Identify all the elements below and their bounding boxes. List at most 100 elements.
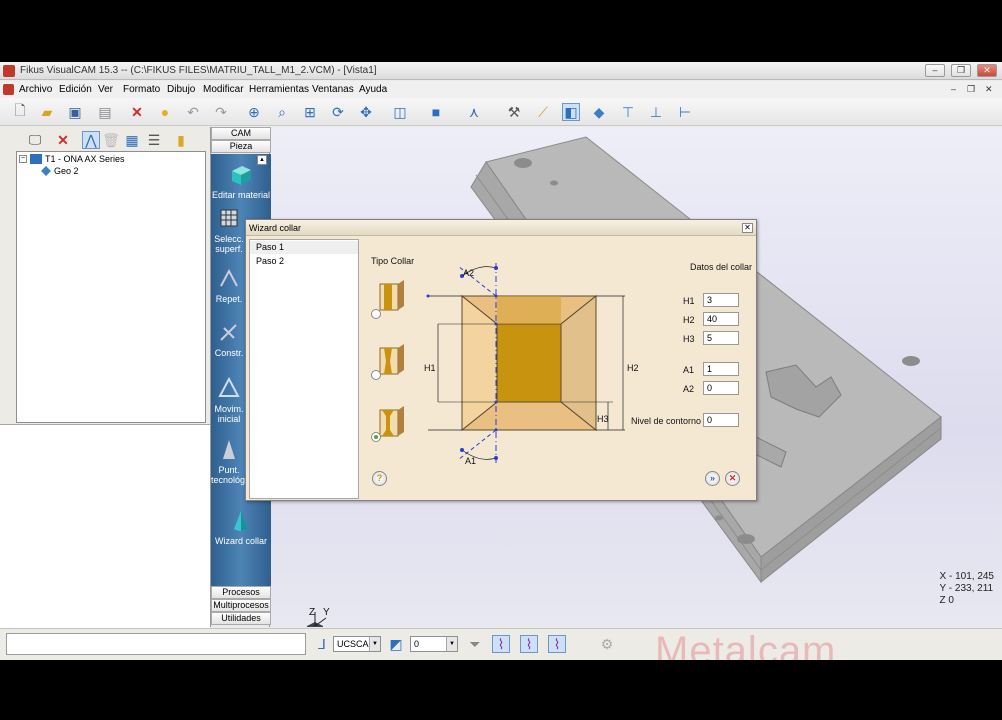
tab-utilidades[interactable]: Utilidades: [211, 612, 271, 625]
chevron-down-icon[interactable]: ▼: [369, 637, 380, 651]
filter-icon[interactable]: ⏷: [466, 635, 484, 653]
collar-type-3-radio[interactable]: [371, 432, 381, 442]
open-folder-icon[interactable]: ▰: [38, 103, 56, 121]
tool-icon[interactable]: ▮: [172, 131, 190, 149]
redo-icon[interactable]: ↷: [212, 103, 230, 121]
collar-type-1-icon[interactable]: [374, 278, 408, 312]
mdi-restore-button[interactable]: ❐: [967, 84, 975, 95]
tree-node-machine[interactable]: − T1 - ONA AX Series: [19, 154, 125, 164]
tab-cam[interactable]: CAM: [211, 127, 271, 140]
close-button[interactable]: ✕: [977, 64, 997, 77]
snap-mode-2-icon[interactable]: ⌇: [520, 635, 538, 653]
cam-item-repeticion[interactable]: Repet.: [211, 266, 247, 304]
snap-mode-3-icon[interactable]: ⌇: [548, 635, 566, 653]
tool-status-icon[interactable]: ⚙: [598, 635, 616, 653]
collapse-icon[interactable]: −: [19, 155, 27, 163]
remove-icon[interactable]: ✕: [54, 131, 72, 149]
zoom-in-icon[interactable]: ⊕: [245, 103, 263, 121]
simulate-icon[interactable]: ⊢: [676, 103, 694, 121]
cam-mode-icon[interactable]: ◧: [562, 103, 580, 121]
cam-item-label: Movim. inicial: [214, 404, 244, 424]
cancel-button[interactable]: ✕: [725, 471, 740, 486]
menu-dibujo[interactable]: Dibujo: [167, 84, 195, 95]
shaded-view-icon[interactable]: ■: [427, 103, 445, 121]
chevron-down-icon[interactable]: ▼: [446, 637, 457, 651]
cam-item-puntos-tecnologicos[interactable]: Punt. tecnológ.: [211, 437, 248, 485]
layer-select[interactable]: 0 ▼: [410, 636, 458, 652]
cam-item-editar-material[interactable]: Editar material: [211, 162, 271, 200]
step-item-2[interactable]: Paso 2: [250, 255, 358, 268]
tab-multiprocesos[interactable]: Multiprocesos: [211, 599, 271, 612]
operations-tree: − T1 - ONA AX Series Geo 2: [16, 151, 206, 423]
print-icon[interactable]: ▤: [96, 103, 114, 121]
layers-icon[interactable]: ◩: [387, 635, 405, 653]
geometry-icon[interactable]: ⋀: [82, 131, 100, 149]
main-toolbar: 🗋 ▰ ▣ ▤ ✕ ● ↶ ↷ ⊕ ⌕ ⊞ ⟳ ✥ ◫ ■ ⋏ ⚒ ⟋ ◧ ◆ …: [0, 98, 1002, 126]
h2-field[interactable]: 40: [703, 312, 739, 326]
menu-modificar[interactable]: Modificar: [203, 84, 244, 95]
help-button[interactable]: ?: [372, 471, 387, 486]
cam-item-label: Wizard collar: [214, 536, 267, 546]
tool-path-icon[interactable]: ⟋: [534, 103, 552, 121]
h3-field[interactable]: 5: [703, 331, 739, 345]
undo-icon[interactable]: ↶: [184, 103, 202, 121]
fixture-icon[interactable]: ⊤: [619, 103, 637, 121]
monitor-icon[interactable]: 🖵: [26, 131, 44, 149]
machine-tool-icon[interactable]: ⚒: [505, 103, 523, 121]
new-file-icon[interactable]: 🗋: [11, 102, 29, 121]
zoom-window-icon[interactable]: ⌕: [273, 103, 291, 121]
ucs-select[interactable]: UCSCAM ▼: [333, 636, 381, 652]
h1-field[interactable]: 3: [703, 293, 739, 307]
collar-section-diagram: [426, 263, 625, 463]
rotate-view-icon[interactable]: ⟳: [329, 103, 347, 121]
export-icon[interactable]: ▦: [123, 131, 141, 149]
cam-item-wizard-collar[interactable]: Wizard collar: [211, 508, 271, 546]
menu-formato[interactable]: Formato: [123, 84, 160, 95]
layer-value: 0: [414, 639, 420, 649]
pan-icon[interactable]: ✥: [357, 103, 375, 121]
dialog-close-button[interactable]: ✕: [742, 223, 753, 233]
menu-ayuda[interactable]: Ayuda: [359, 84, 387, 95]
nivel-contorno-field[interactable]: 0: [703, 413, 739, 427]
command-input[interactable]: [6, 633, 306, 655]
shapes-icon[interactable]: ●: [156, 103, 174, 121]
mdi-close-button[interactable]: ✕: [985, 84, 993, 95]
properties-panel: [0, 424, 210, 660]
snap-mode-1-icon[interactable]: ⌇: [492, 635, 510, 653]
cam-item-seleccion-superficie[interactable]: Selecc. superf.: [211, 206, 247, 254]
menu-ventanas[interactable]: Ventanas: [312, 84, 354, 95]
tab-procesos[interactable]: Procesos: [211, 586, 271, 599]
menu-archivo[interactable]: Archivo: [19, 84, 52, 95]
list-icon[interactable]: ☰: [145, 131, 163, 149]
step-item-1[interactable]: Paso 1: [250, 241, 358, 254]
h1-label: H1: [683, 296, 695, 306]
scroll-up-icon[interactable]: ▲: [257, 155, 267, 165]
maximize-button[interactable]: ❐: [951, 64, 971, 77]
save-icon[interactable]: ▣: [66, 103, 84, 121]
a1-field[interactable]: 1: [703, 362, 739, 376]
ucs-icon[interactable]: ⅃: [313, 635, 331, 653]
axis-z-label: Z: [309, 607, 316, 618]
a2-field[interactable]: 0: [703, 381, 739, 395]
part-icon[interactable]: ◆: [590, 103, 608, 121]
mdi-minimize-button[interactable]: –: [951, 84, 956, 94]
menu-herramientas[interactable]: Herramientas: [249, 84, 309, 95]
next-button[interactable]: »: [705, 471, 720, 486]
axis-view-icon[interactable]: ⋏: [465, 103, 483, 121]
stock-icon[interactable]: ⊥: [647, 103, 665, 121]
cam-item-movimiento-inicial[interactable]: Movim. inicial: [211, 376, 247, 424]
collar-type-1-radio[interactable]: [371, 309, 381, 319]
tree-node-geo[interactable]: Geo 2: [41, 166, 79, 176]
cam-item-construccion[interactable]: Constr.: [211, 320, 247, 358]
delete-icon[interactable]: ✕: [128, 103, 146, 121]
collar-type-2-radio[interactable]: [371, 370, 381, 380]
trash-icon[interactable]: 🗑: [102, 131, 120, 149]
minimize-button[interactable]: –: [925, 64, 945, 77]
tab-pieza[interactable]: Pieza: [211, 140, 271, 153]
menu-edicion[interactable]: Edición: [59, 84, 92, 95]
cam-item-label: Selecc. superf.: [214, 234, 244, 254]
menu-ver[interactable]: Ver: [98, 84, 113, 95]
wireframe-view-icon[interactable]: ◫: [391, 103, 409, 121]
zoom-all-icon[interactable]: ⊞: [301, 103, 319, 121]
wizard-collar-icon: [234, 511, 248, 531]
